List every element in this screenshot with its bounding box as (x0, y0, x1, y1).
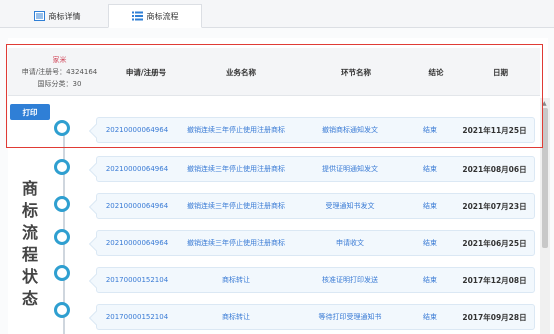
status-title-char: 商 (21, 179, 38, 198)
row-reg-no: 20210000064964 (105, 126, 169, 134)
international-class: 国际分类：30 (37, 80, 82, 88)
row-step: 提供证明通知发文 (322, 165, 378, 173)
registration-number: 申请/注册号：4324164 (21, 68, 98, 76)
process-row: 20210000064964 撤销连续三年停止使用注册商标 撤销商标通知发文 结… (88, 117, 535, 143)
tab-bar: 商标详情 商标流程 (0, 0, 554, 28)
row-reg-no: 20170000152104 (105, 313, 169, 321)
row-date: 2021年11月25日 (462, 125, 527, 135)
row-date: 2017年09月28日 (462, 312, 527, 322)
row-result: 结束 (423, 276, 437, 284)
row-reg-no: 20210000064964 (105, 239, 169, 247)
row-result: 结束 (423, 126, 437, 134)
process-row: 20210000064964 撤销连续三年停止使用注册商标 受理通知书发文 结束… (88, 193, 535, 219)
scroll-up-icon[interactable]: ▲ (542, 100, 547, 107)
timeline-node (54, 265, 70, 281)
row-business: 商标转让 (222, 276, 250, 284)
list-icon (131, 11, 143, 21)
row-business: 商标转让 (222, 313, 250, 321)
status-title-char: 标 (21, 201, 38, 220)
process-row: 20170000152104 商标转让 等待打印受理通知书 结束 2017年09… (88, 304, 535, 330)
row-step: 等待打印受理通知书 (318, 313, 382, 321)
row-business: 撤销连续三年停止使用注册商标 (187, 126, 285, 134)
row-business: 撤销连续三年停止使用注册商标 (187, 202, 285, 210)
process-row: 20210000064964 撤销连续三年停止使用注册商标 提供证明通知发文 结… (88, 156, 535, 182)
process-row: 20170000152104 商标转让 核准证明打印发送 结束 2017年12月… (88, 267, 535, 293)
process-row: 20210000064964 撤销连续三年停止使用注册商标 申请收文 结束 20… (88, 230, 535, 256)
print-button[interactable]: 打印 (10, 104, 50, 120)
document-icon (33, 11, 45, 21)
timeline-node (54, 302, 70, 318)
status-title: 商 标 流 程 状 态 (20, 178, 40, 310)
row-step: 核准证明打印发送 (322, 276, 378, 284)
row-step: 申请收文 (336, 239, 364, 247)
column-header-step: 环节名称 (341, 67, 371, 77)
row-date: 2021年06月25日 (462, 238, 527, 248)
timeline-node (54, 159, 70, 175)
row-business: 撤销连续三年停止使用注册商标 (187, 239, 285, 247)
timeline-node (54, 196, 70, 212)
tab-label: 商标流程 (146, 11, 179, 21)
row-result: 结束 (423, 165, 437, 173)
row-result: 结束 (423, 313, 437, 321)
row-date: 2021年07月23日 (462, 201, 527, 211)
column-header-date: 日期 (493, 67, 508, 77)
status-title-char: 态 (21, 289, 38, 308)
column-header-reg-no: 申请/注册号 (125, 67, 167, 77)
column-header-result: 结论 (428, 67, 444, 77)
table-header: 家米 申请/注册号：4324164 国际分类：30 申请/注册号 业务名称 环节… (8, 48, 540, 96)
row-step: 受理通知书发文 (325, 202, 375, 210)
row-reg-no: 20210000064964 (105, 165, 169, 173)
row-reg-no: 20170000152104 (105, 276, 169, 284)
tab-trademark-process[interactable]: 商标流程 (108, 4, 202, 28)
status-title-char: 流 (21, 223, 38, 242)
status-title-char: 程 (21, 245, 38, 264)
timeline-node (54, 120, 70, 136)
row-date: 2021年08月06日 (462, 164, 527, 174)
tab-label: 商标详情 (48, 11, 81, 21)
row-step: 撤销商标通知发文 (322, 126, 378, 134)
status-title-char: 状 (21, 267, 38, 286)
trademark-name: 家米 (52, 56, 67, 64)
row-reg-no: 20210000064964 (105, 202, 169, 210)
column-header-business: 业务名称 (226, 67, 256, 77)
trademark-info: 家米 申请/注册号：4324164 国际分类：30 (8, 48, 111, 96)
row-date: 2017年12月08日 (462, 275, 527, 285)
row-business: 撤销连续三年停止使用注册商标 (187, 165, 285, 173)
row-result: 结束 (423, 239, 437, 247)
scrollbar-thumb[interactable] (542, 108, 548, 248)
timeline-node (54, 229, 70, 245)
row-result: 结束 (423, 202, 437, 210)
tab-trademark-details[interactable]: 商标详情 (12, 4, 102, 28)
vertical-scrollbar[interactable]: ▲ (540, 98, 550, 334)
